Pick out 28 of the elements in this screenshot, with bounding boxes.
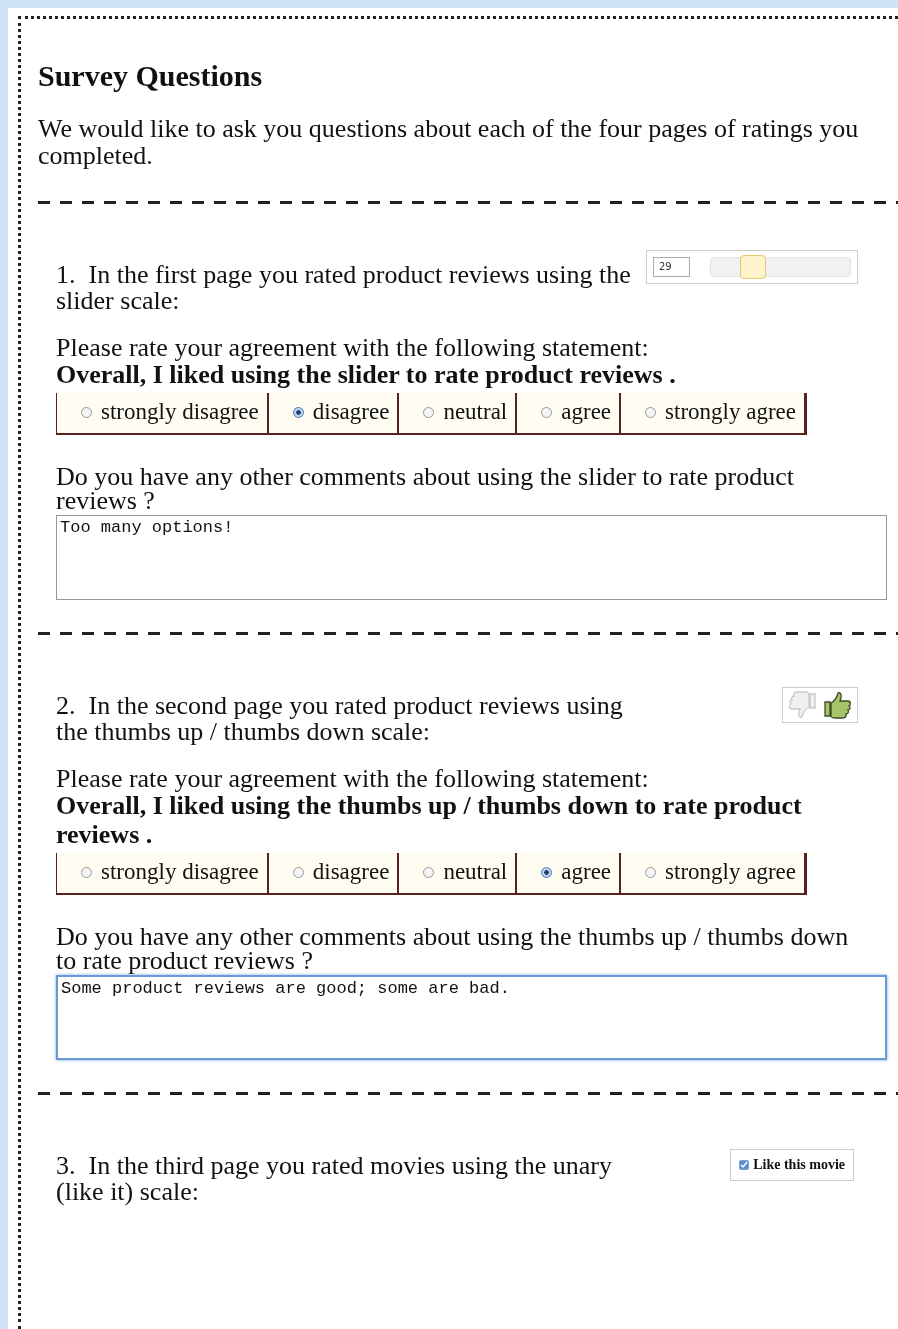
statement-text: Overall, I liked using the slider to rate product reviews .: [56, 360, 677, 389]
radio-option[interactable]: neutral: [399, 853, 518, 893]
radio-option[interactable]: strongly disagree: [57, 853, 269, 893]
radio-option[interactable]: strongly agree: [621, 853, 806, 893]
checkbox-label: Like this movie: [753, 1157, 845, 1173]
question-text: 3. In the third page you rated movies using the unary (like it) scale:: [56, 1153, 613, 1205]
checkbox[interactable]: [739, 1160, 750, 1170]
question-text: 1. In the first page you rated product reviews using the slider scale:: [56, 262, 632, 314]
question-text: 2. In the second page you rated product reviews using the thumbs up / thumbs down scale:: [56, 693, 624, 745]
radio-option[interactable]: strongly disagree: [57, 393, 269, 433]
slider-thumb[interactable]: [739, 255, 766, 279]
radio-option[interactable]: disagree: [268, 853, 400, 893]
radio-option[interactable]: agree: [517, 393, 622, 433]
comment-field[interactable]: Too many options!: [56, 515, 887, 600]
radio-option[interactable]: agree: [517, 853, 622, 893]
slider-track[interactable]: [710, 257, 851, 277]
radio-option[interactable]: strongly agree: [621, 393, 806, 433]
survey-title: Survey Questions: [38, 59, 264, 93]
value-field[interactable]: 29: [653, 257, 691, 277]
prompt-text: Please rate your agreement with the following statement:: [56, 336, 650, 360]
radio-option[interactable]: disagree: [268, 393, 400, 433]
comment-prompt: Do you have any other comments about using the thumbs up / thumbs down to rate product reviews ?: [56, 925, 850, 973]
radio-option[interactable]: neutral: [399, 393, 518, 433]
statement-text: Overall, I liked using the thumbs up / thumbs down to rate product reviews .: [56, 791, 803, 849]
comment-field[interactable]: Some product reviews are good; some are bad.: [56, 975, 887, 1060]
intro-text: We would like to ask you questions about each of the four pages of ratings you completed.: [38, 115, 860, 169]
comment-prompt: Do you have any other comments about using the slider to rate product reviews ?: [56, 465, 795, 513]
prompt-text: Please rate your agreement with the following statement:: [56, 767, 650, 791]
